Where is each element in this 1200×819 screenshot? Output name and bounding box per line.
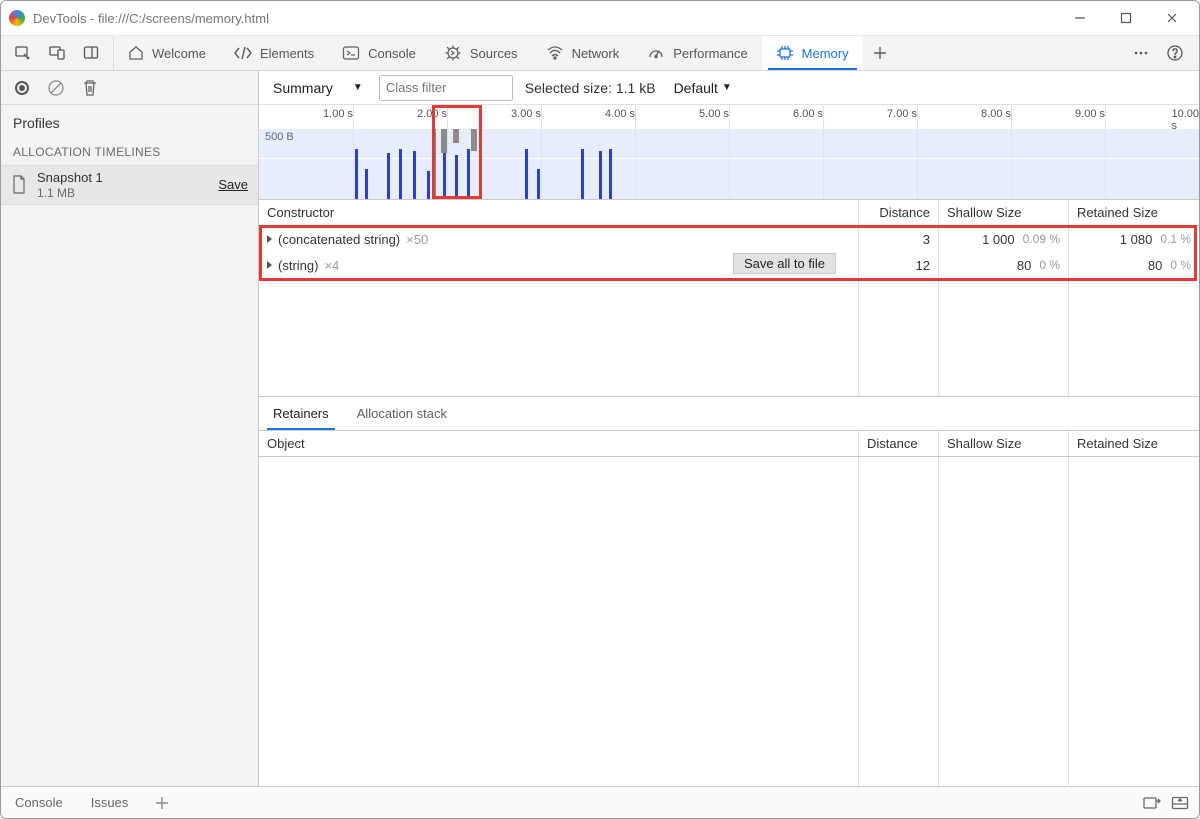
constructor-name: (string) [278,258,318,273]
tab-label: Console [368,46,416,61]
delete-button[interactable] [77,75,103,101]
tab-retainers[interactable]: Retainers [259,397,343,430]
sidebar-toolbar [1,71,258,105]
snapshot-item[interactable]: Snapshot 1 1.1 MB Save [1,165,258,205]
titlebar: DevTools - file:///C:/screens/memory.htm… [1,1,1199,35]
tab-sources[interactable]: Sources [430,36,532,70]
tab-performance[interactable]: Performance [633,36,761,70]
table-row[interactable]: (concatenated string) ×50 3 1 0000.09 % … [259,226,1199,252]
tab-label: Welcome [152,46,206,61]
retention-select[interactable]: Default ▼ [668,78,736,98]
col-shallow[interactable]: Shallow Size [939,431,1069,456]
tab-welcome[interactable]: Welcome [114,36,220,70]
constructor-count: ×4 [324,258,339,273]
cell-distance: 12 [916,258,930,273]
col-retained[interactable]: Retained Size [1069,431,1199,456]
inspect-tool-group [1,36,114,70]
retainers-table-header: Object Distance Shallow Size Retained Si… [259,431,1199,457]
timeline-tick: 4.00 s [605,108,635,120]
bottom-add-tab[interactable] [142,787,182,818]
main-pane: Summary ▼ Selected size: 1.1 kB Default … [259,71,1199,786]
highlight-box [432,105,482,199]
cell-distance: 3 [923,232,930,247]
tab-memory[interactable]: Memory [762,36,863,70]
timeline-tick: 5.00 s [699,108,729,120]
tab-allocation-stack[interactable]: Allocation stack [343,397,461,430]
profiles-sidebar: Profiles ALLOCATION TIMELINES Snapshot 1… [1,71,259,786]
col-shallow[interactable]: Shallow Size [939,200,1069,225]
new-tab-button[interactable] [863,36,897,70]
main-toolbar: Summary ▼ Selected size: 1.1 kB Default … [259,71,1199,105]
timeline-tick: 1.00 s [323,108,353,120]
tab-label: Elements [260,46,314,61]
constructor-count: ×50 [406,232,428,247]
close-button[interactable] [1149,1,1195,35]
snapshot-name: Snapshot 1 [37,170,103,186]
tab-label: Sources [470,46,518,61]
maximize-button[interactable] [1103,1,1149,35]
expand-icon[interactable] [267,235,272,243]
retainers-tabstrip: Retainers Allocation stack [259,397,1199,431]
help-icon[interactable] [1159,39,1191,67]
down-caret-icon: ▼ [353,82,363,93]
cell-retained: 1 080 [1120,232,1153,247]
table-row[interactable]: (string) ×4 12 800 % 800 % [259,252,1199,278]
view-select[interactable]: Summary ▼ [267,78,367,98]
constructor-name: (concatenated string) [278,232,400,247]
col-distance[interactable]: Distance [859,431,939,456]
record-button[interactable] [9,75,35,101]
snapshot-save-link[interactable]: Save [218,177,248,192]
col-constructor[interactable]: Constructor [259,200,859,225]
timeline-overview[interactable]: 500 B 1.00 s 2.00 s 3.00 s 4.00 s 5.00 s… [259,105,1199,200]
col-retained[interactable]: Retained Size [1069,200,1199,225]
col-distance[interactable]: Distance [859,200,939,225]
view-select-label: Summary [273,80,333,96]
constructor-table-header: Constructor Distance Shallow Size Retain… [259,200,1199,226]
retainers-table-body [259,457,1199,786]
save-all-chip[interactable]: Save all to file [733,253,836,274]
timeline-ylabel: 500 B [265,131,294,143]
cell-retained: 80 [1148,258,1162,273]
app-icon [9,10,25,26]
tab-network[interactable]: Network [532,36,634,70]
timeline-tick: 10.00 s [1171,108,1199,132]
selected-size-label: Selected size: 1.1 kB [525,80,656,96]
constructor-table: Constructor Distance Shallow Size Retain… [259,200,1199,397]
timeline-tick: 3.00 s [511,108,541,120]
dock-side-icon[interactable] [75,39,107,67]
tab-label: Memory [802,46,849,61]
more-menu-icon[interactable] [1125,39,1157,67]
export-icon[interactable] [1143,795,1161,811]
col-object[interactable]: Object [259,431,859,456]
clear-button[interactable] [43,75,69,101]
bottom-bar: Console Issues [1,786,1199,818]
timeline-tick: 7.00 s [887,108,917,120]
file-icon [11,175,29,195]
tab-console[interactable]: Console [328,36,430,70]
down-caret-icon: ▼ [722,82,732,93]
timeline-tick: 6.00 s [793,108,823,120]
profiles-title: Profiles [1,105,258,139]
expand-icon[interactable] [267,261,272,269]
tabstrip: Welcome Elements Console Sources Network… [1,35,1199,71]
snapshot-size: 1.1 MB [37,186,103,200]
tab-elements[interactable]: Elements [220,36,328,70]
bottom-tab-issues[interactable]: Issues [77,787,143,818]
allocation-timelines-label: ALLOCATION TIMELINES [1,139,258,165]
timeline-tick: 9.00 s [1075,108,1105,120]
timeline-tick: 8.00 s [981,108,1011,120]
inspect-icon[interactable] [7,39,39,67]
cell-shallow: 80 [1017,258,1031,273]
tab-label: Performance [673,46,747,61]
tab-label: Network [572,46,620,61]
drawer-toggle-icon[interactable] [1171,796,1189,810]
retention-select-label: Default [674,80,718,96]
device-toggle-icon[interactable] [41,39,73,67]
bottom-tab-console[interactable]: Console [1,787,77,818]
cell-shallow: 1 000 [982,232,1015,247]
minimize-button[interactable] [1057,1,1103,35]
class-filter-input[interactable] [379,75,513,101]
window-title: DevTools - file:///C:/screens/memory.htm… [33,11,269,26]
